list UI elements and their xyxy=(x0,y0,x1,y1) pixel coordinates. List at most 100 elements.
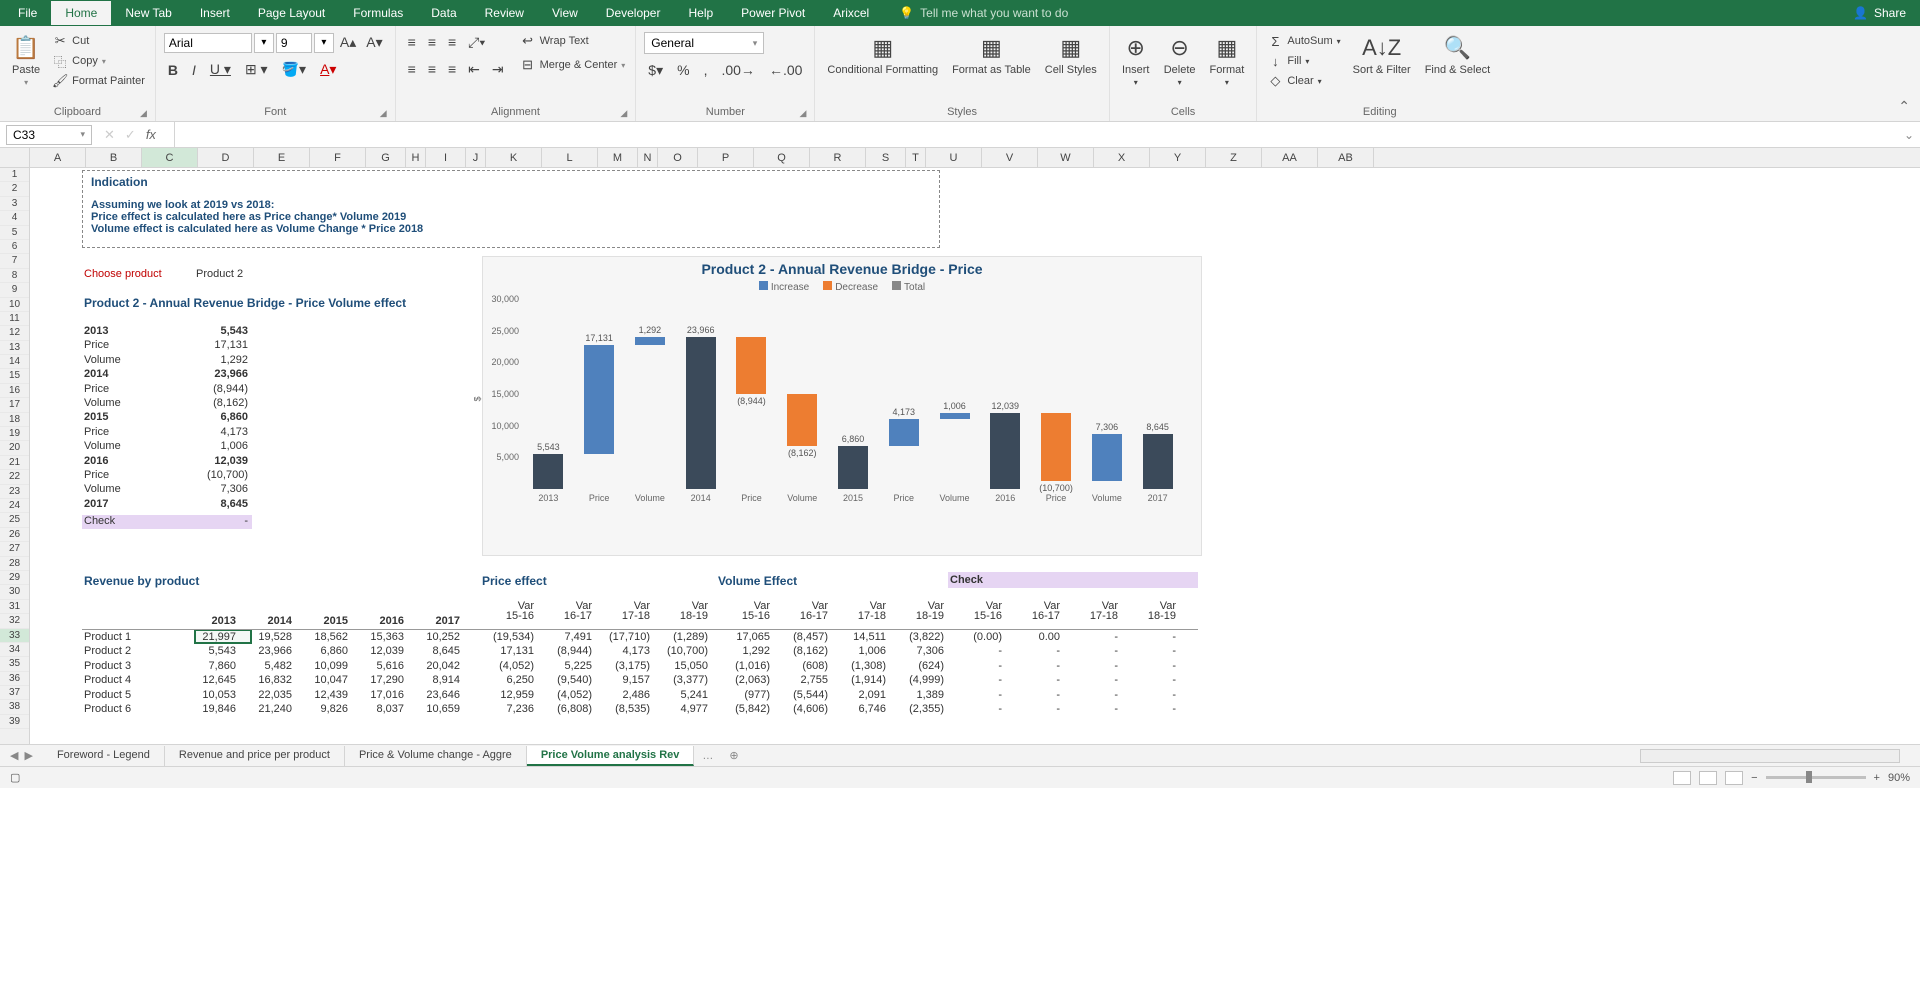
tab-view[interactable]: View xyxy=(538,1,592,25)
row-header-22[interactable]: 22 xyxy=(0,470,29,484)
row-header-29[interactable]: 29 xyxy=(0,571,29,585)
align-bottom-icon[interactable]: ≡ xyxy=(444,32,460,53)
page-break-view-button[interactable] xyxy=(1725,771,1743,785)
tab-file[interactable]: File xyxy=(4,1,51,25)
zoom-level[interactable]: 90% xyxy=(1888,772,1910,784)
tab-developer[interactable]: Developer xyxy=(592,1,675,25)
horizontal-scrollbar[interactable] xyxy=(1640,749,1900,763)
tab-help[interactable]: Help xyxy=(674,1,727,25)
row-header-33[interactable]: 33 xyxy=(0,629,29,643)
row-header-4[interactable]: 4 xyxy=(0,211,29,225)
row-header-28[interactable]: 28 xyxy=(0,557,29,571)
zoom-in-button[interactable]: + xyxy=(1874,772,1880,784)
cancel-formula-icon[interactable]: ✕ xyxy=(104,127,115,143)
sheet-tab[interactable]: Price & Volume change - Aggre xyxy=(345,746,527,766)
zoom-slider[interactable] xyxy=(1766,776,1866,779)
column-header-U[interactable]: U xyxy=(926,148,982,167)
column-header-AA[interactable]: AA xyxy=(1262,148,1318,167)
merge-center-button[interactable]: ⊟Merge & Center▾ xyxy=(518,56,628,74)
increase-decimal-button[interactable]: .00→ xyxy=(717,60,758,81)
column-header-X[interactable]: X xyxy=(1094,148,1150,167)
align-center-icon[interactable]: ≡ xyxy=(424,59,440,80)
copy-button[interactable]: ⿻Copy▾ xyxy=(50,52,147,70)
font-size-input[interactable] xyxy=(276,33,312,53)
row-header-7[interactable]: 7 xyxy=(0,254,29,268)
row-header-24[interactable]: 24 xyxy=(0,499,29,513)
choose-product-value[interactable]: Product 2 xyxy=(196,268,243,280)
row-header-20[interactable]: 20 xyxy=(0,441,29,455)
row-header-16[interactable]: 16 xyxy=(0,384,29,398)
row-header-5[interactable]: 5 xyxy=(0,226,29,240)
row-header-15[interactable]: 15 xyxy=(0,369,29,383)
fill-button[interactable]: ↓Fill▾ xyxy=(1265,52,1342,70)
collapse-ribbon-button[interactable]: ⌃ xyxy=(1898,26,1920,121)
find-select-button[interactable]: 🔍Find & Select xyxy=(1421,32,1494,78)
row-header-14[interactable]: 14 xyxy=(0,355,29,369)
column-header-A[interactable]: A xyxy=(30,148,86,167)
sheet-more[interactable]: … xyxy=(694,750,721,762)
column-header-F[interactable]: F xyxy=(310,148,366,167)
row-header-11[interactable]: 11 xyxy=(0,312,29,326)
underline-button[interactable]: U ▾ xyxy=(206,59,235,80)
column-header-G[interactable]: G xyxy=(366,148,406,167)
row-header-8[interactable]: 8 xyxy=(0,269,29,283)
row-header-21[interactable]: 21 xyxy=(0,456,29,470)
wrap-text-button[interactable]: ↩Wrap Text xyxy=(518,32,628,50)
row-header-9[interactable]: 9 xyxy=(0,283,29,297)
row-header-1[interactable]: 1 xyxy=(0,168,29,182)
zoom-out-button[interactable]: − xyxy=(1751,772,1757,784)
column-header-Z[interactable]: Z xyxy=(1206,148,1262,167)
delete-cells-button[interactable]: ⊖Delete▾ xyxy=(1160,32,1200,89)
format-cells-button[interactable]: ▦Format▾ xyxy=(1206,32,1249,89)
dialog-launcher-icon[interactable]: ◢ xyxy=(799,108,806,119)
row-header-38[interactable]: 38 xyxy=(0,700,29,714)
column-header-R[interactable]: R xyxy=(810,148,866,167)
decrease-indent-icon[interactable]: ⇤ xyxy=(464,59,484,80)
row-header-36[interactable]: 36 xyxy=(0,672,29,686)
record-macro-icon[interactable]: ▢ xyxy=(0,771,20,784)
row-header-19[interactable]: 19 xyxy=(0,427,29,441)
share-button[interactable]: 👤 Share xyxy=(1853,6,1906,20)
sheet-tab[interactable]: Revenue and price per product xyxy=(165,746,345,766)
row-header-10[interactable]: 10 xyxy=(0,298,29,312)
currency-button[interactable]: $▾ xyxy=(644,60,667,81)
format-painter-button[interactable]: 🖌Format Painter xyxy=(50,72,147,90)
column-header-M[interactable]: M xyxy=(598,148,638,167)
row-header-34[interactable]: 34 xyxy=(0,643,29,657)
dialog-launcher-icon[interactable]: ◢ xyxy=(620,108,627,119)
tab-newtab[interactable]: New Tab xyxy=(111,1,185,25)
column-header-Y[interactable]: Y xyxy=(1150,148,1206,167)
row-header-39[interactable]: 39 xyxy=(0,715,29,729)
normal-view-button[interactable] xyxy=(1673,771,1691,785)
sheet-tab[interactable]: Price Volume analysis Rev xyxy=(527,746,695,766)
tab-power-pivot[interactable]: Power Pivot xyxy=(727,1,819,25)
column-header-O[interactable]: O xyxy=(658,148,698,167)
column-header-S[interactable]: S xyxy=(866,148,906,167)
column-header-L[interactable]: L xyxy=(542,148,598,167)
cell-styles-button[interactable]: ▦Cell Styles xyxy=(1041,32,1101,78)
row-header-2[interactable]: 2 xyxy=(0,182,29,196)
tab-page-layout[interactable]: Page Layout xyxy=(244,1,339,25)
conditional-formatting-button[interactable]: ▦Conditional Formatting xyxy=(823,32,942,78)
cells-canvas[interactable]: Indication Assuming we look at 2019 vs 2… xyxy=(30,168,1920,744)
expand-formula-bar[interactable]: ⌄ xyxy=(1898,128,1920,142)
row-header-26[interactable]: 26 xyxy=(0,528,29,542)
dialog-launcher-icon[interactable]: ◢ xyxy=(140,108,147,119)
increase-font-icon[interactable]: A▴ xyxy=(336,32,360,53)
orientation-icon[interactable]: ⤢▾ xyxy=(464,32,489,53)
row-header-6[interactable]: 6 xyxy=(0,240,29,254)
column-header-K[interactable]: K xyxy=(486,148,542,167)
column-header-N[interactable]: N xyxy=(638,148,658,167)
column-header-V[interactable]: V xyxy=(982,148,1038,167)
name-box[interactable]: C33▾ xyxy=(6,125,92,145)
align-left-icon[interactable]: ≡ xyxy=(404,59,420,80)
insert-cells-button[interactable]: ⊕Insert▾ xyxy=(1118,32,1154,89)
enter-formula-icon[interactable]: ✓ xyxy=(125,127,136,143)
font-name-dropdown[interactable]: ▾ xyxy=(254,33,274,53)
dialog-launcher-icon[interactable]: ◢ xyxy=(380,108,387,119)
sheet-nav-next[interactable]: ▶ xyxy=(24,749,32,762)
tab-review[interactable]: Review xyxy=(471,1,538,25)
borders-button[interactable]: ⊞ ▾ xyxy=(241,59,272,80)
tab-formulas[interactable]: Formulas xyxy=(339,1,417,25)
column-header-D[interactable]: D xyxy=(198,148,254,167)
